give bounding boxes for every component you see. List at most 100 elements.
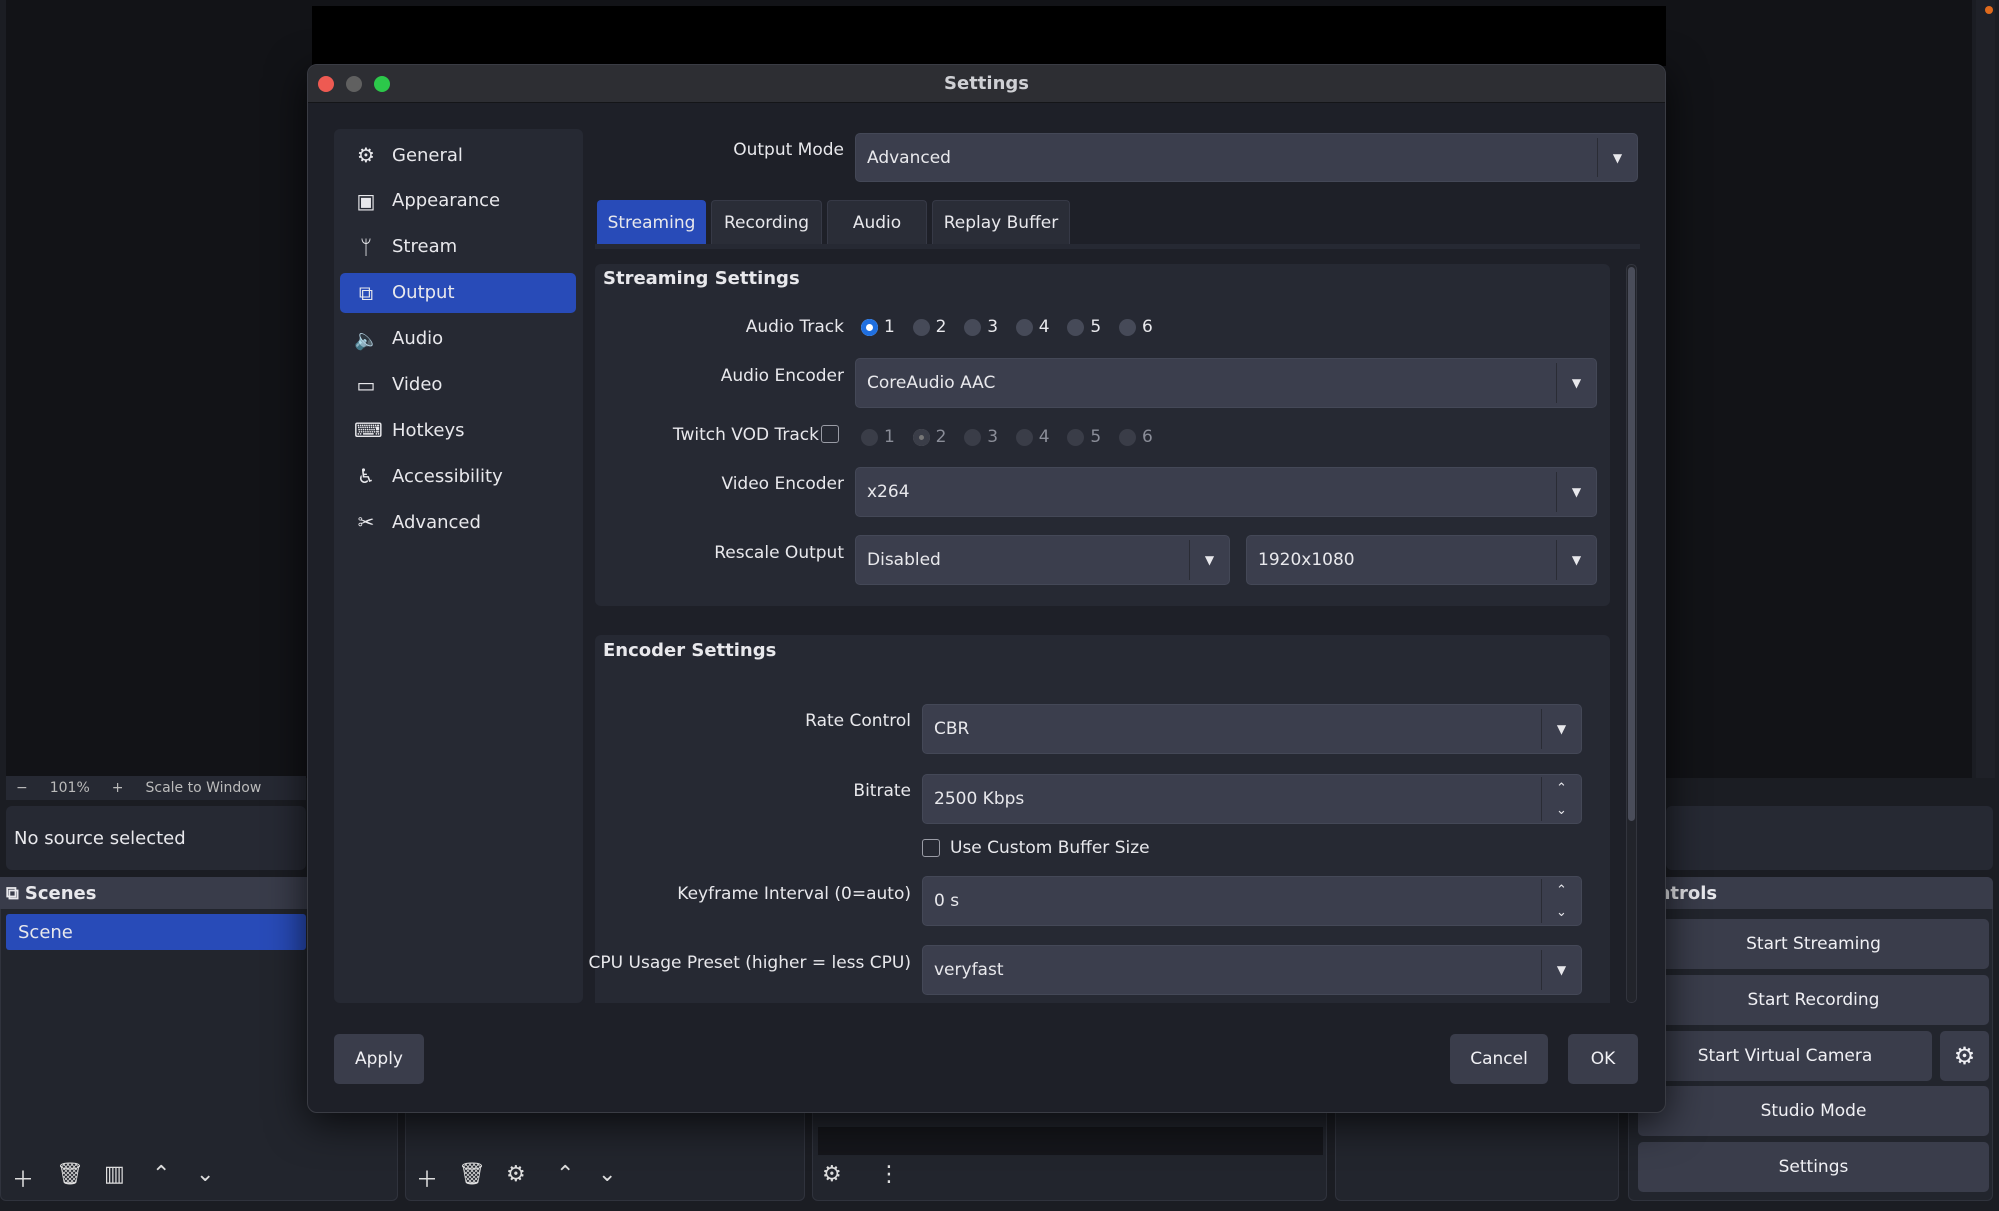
radio-track-3: 3 xyxy=(964,427,998,447)
sidebar-item-appearance[interactable]: ▣ Appearance xyxy=(340,181,576,221)
sidebar-item-video[interactable]: ▭ Video xyxy=(340,365,576,405)
scene-list-item[interactable]: Scene xyxy=(6,914,306,950)
zoom-window-button[interactable] xyxy=(374,76,390,92)
zoom-out-button[interactable]: − xyxy=(16,780,28,796)
rescale-resolution-select[interactable]: 1920x1080 ▼ xyxy=(1246,535,1597,585)
scrollbar-vertical[interactable] xyxy=(1976,0,1995,778)
audio-encoder-value: CoreAudio AAC xyxy=(867,373,996,393)
video-encoder-value: x264 xyxy=(867,482,910,502)
radio-label: 3 xyxy=(987,317,999,337)
decrement-icon[interactable]: ⌄ xyxy=(1542,799,1581,821)
add-scene-icon[interactable]: ＋ xyxy=(12,1162,34,1194)
custom-buffer-checkbox[interactable] xyxy=(922,839,940,857)
rate-control-select[interactable]: CBR ▼ xyxy=(922,704,1582,754)
twitch-vod-track-checkbox[interactable] xyxy=(821,425,839,443)
tab-recording[interactable]: Recording xyxy=(711,200,822,245)
radio-label: 6 xyxy=(1142,427,1153,447)
remove-source-icon[interactable]: 🗑 xyxy=(458,1162,486,1187)
sidebar-item-general[interactable]: ⚙ General xyxy=(340,135,576,175)
cancel-button[interactable]: Cancel xyxy=(1450,1034,1548,1084)
radio-track-6[interactable]: 6 xyxy=(1119,317,1153,337)
increment-icon[interactable]: ⌃ xyxy=(1542,777,1581,799)
output-icon: ⧉ xyxy=(358,280,374,305)
sidebar-item-stream[interactable]: ᛘ Stream xyxy=(340,227,576,267)
source-info-text: No source selected xyxy=(14,827,186,849)
radio-button xyxy=(964,428,982,446)
appearance-icon: ▣ xyxy=(356,188,376,213)
radio-button[interactable] xyxy=(912,318,930,336)
add-source-icon[interactable]: ＋ xyxy=(416,1162,438,1194)
radio-button[interactable] xyxy=(1015,318,1033,336)
minimize-window-button[interactable] xyxy=(346,76,362,92)
tab-streaming[interactable]: Streaming xyxy=(597,200,706,245)
dialog-title: Settings xyxy=(944,73,1029,94)
keyframe-interval-spinbox[interactable]: 0 s ⌃ ⌄ xyxy=(922,876,1582,926)
radio-track-4[interactable]: 4 xyxy=(1015,317,1050,337)
start-virtual-camera-button[interactable]: Start Virtual Camera xyxy=(1638,1031,1932,1081)
rate-control-label: Rate Control xyxy=(805,711,911,731)
encoder-settings-title: Encoder Settings xyxy=(603,640,777,661)
sidebar-item-audio[interactable]: 🔈 Audio xyxy=(340,319,576,359)
radio-label: 4 xyxy=(1038,427,1050,447)
move-source-down-icon[interactable]: ⌄ xyxy=(598,1162,616,1187)
start-streaming-button[interactable]: Start Streaming xyxy=(1638,919,1989,969)
radio-track-5[interactable]: 5 xyxy=(1067,317,1101,337)
sidebar-item-advanced[interactable]: ✂ Advanced xyxy=(340,502,576,542)
video-encoder-select[interactable]: x264 ▼ xyxy=(855,467,1597,517)
virtual-camera-settings-button[interactable]: ⚙ xyxy=(1940,1031,1989,1081)
bitrate-spinbox[interactable]: 2500 Kbps ⌃ ⌄ xyxy=(922,774,1582,824)
tab-replay-buffer[interactable]: Replay Buffer xyxy=(932,200,1070,245)
sidebar-item-output[interactable]: ⧉ Output xyxy=(340,272,576,313)
advanced-audio-properties-icon[interactable]: ⚙ xyxy=(822,1162,842,1187)
radio-label: 6 xyxy=(1142,317,1153,337)
settings-scrollbar-thumb[interactable] xyxy=(1628,267,1635,821)
rescale-output-select[interactable]: Disabled ▼ xyxy=(855,535,1230,585)
radio-track-3[interactable]: 3 xyxy=(964,317,998,337)
radio-track-2: 2 xyxy=(912,427,946,447)
close-window-button[interactable] xyxy=(318,76,334,92)
bitrate-value: 2500 Kbps xyxy=(934,789,1025,809)
scale-mode-select[interactable]: Scale to Window xyxy=(146,780,262,796)
zoom-in-button[interactable]: + xyxy=(112,780,124,796)
radio-track-5: 5 xyxy=(1067,427,1101,447)
gear-icon: ⚙ xyxy=(357,143,375,167)
remove-scene-icon[interactable]: 🗑 xyxy=(56,1162,84,1187)
radio-button[interactable] xyxy=(964,318,982,336)
chevron-down-icon: ▼ xyxy=(1597,138,1637,177)
studio-mode-button[interactable]: Studio Mode xyxy=(1638,1086,1989,1136)
custom-buffer-row[interactable]: Use Custom Buffer Size xyxy=(922,838,1150,858)
sidebar-item-hotkeys[interactable]: ⌨ Hotkeys xyxy=(340,410,576,450)
ok-button[interactable]: OK xyxy=(1568,1034,1638,1084)
mixer-menu-icon[interactable]: ⋮ xyxy=(878,1162,900,1187)
radio-button[interactable] xyxy=(1067,318,1085,336)
source-properties-icon[interactable]: ⚙ xyxy=(506,1162,526,1187)
radio-button[interactable] xyxy=(861,318,878,336)
decrement-icon[interactable]: ⌄ xyxy=(1542,901,1581,923)
output-mode-select[interactable]: Advanced ▼ xyxy=(855,133,1638,182)
tab-audio[interactable]: Audio xyxy=(827,200,927,245)
sidebar-item-accessibility[interactable]: ♿ Accessibility xyxy=(340,456,576,496)
radio-track-2[interactable]: 2 xyxy=(912,317,946,337)
radio-label: 5 xyxy=(1090,427,1102,447)
cpu-preset-select[interactable]: veryfast ▼ xyxy=(922,945,1582,995)
move-source-up-icon[interactable]: ⌃ xyxy=(556,1162,574,1187)
rescale-resolution-value: 1920x1080 xyxy=(1258,550,1355,570)
move-scene-up-icon[interactable]: ⌃ xyxy=(152,1162,170,1187)
start-recording-button[interactable]: Start Recording xyxy=(1638,975,1989,1025)
apply-button[interactable]: Apply xyxy=(334,1034,424,1084)
audio-track-label: Audio Track xyxy=(745,317,844,337)
chevron-down-icon: ▼ xyxy=(1556,540,1596,580)
radio-button xyxy=(1119,428,1136,446)
accessibility-icon: ♿ xyxy=(357,464,375,489)
radio-button[interactable] xyxy=(1119,318,1136,336)
tab-bar-line xyxy=(595,244,1640,249)
radio-track-1[interactable]: 1 xyxy=(861,317,895,337)
move-scene-down-icon[interactable]: ⌄ xyxy=(196,1162,214,1187)
scene-filters-icon[interactable]: ▥ xyxy=(104,1162,125,1187)
audio-encoder-select[interactable]: CoreAudio AAC ▼ xyxy=(855,358,1597,408)
settings-button[interactable]: Settings xyxy=(1638,1142,1989,1192)
keyframe-interval-label: Keyframe Interval (0=auto) xyxy=(677,884,911,904)
increment-icon[interactable]: ⌃ xyxy=(1542,879,1581,901)
preview-canvas xyxy=(312,6,1666,66)
status-dot xyxy=(1985,6,1993,14)
